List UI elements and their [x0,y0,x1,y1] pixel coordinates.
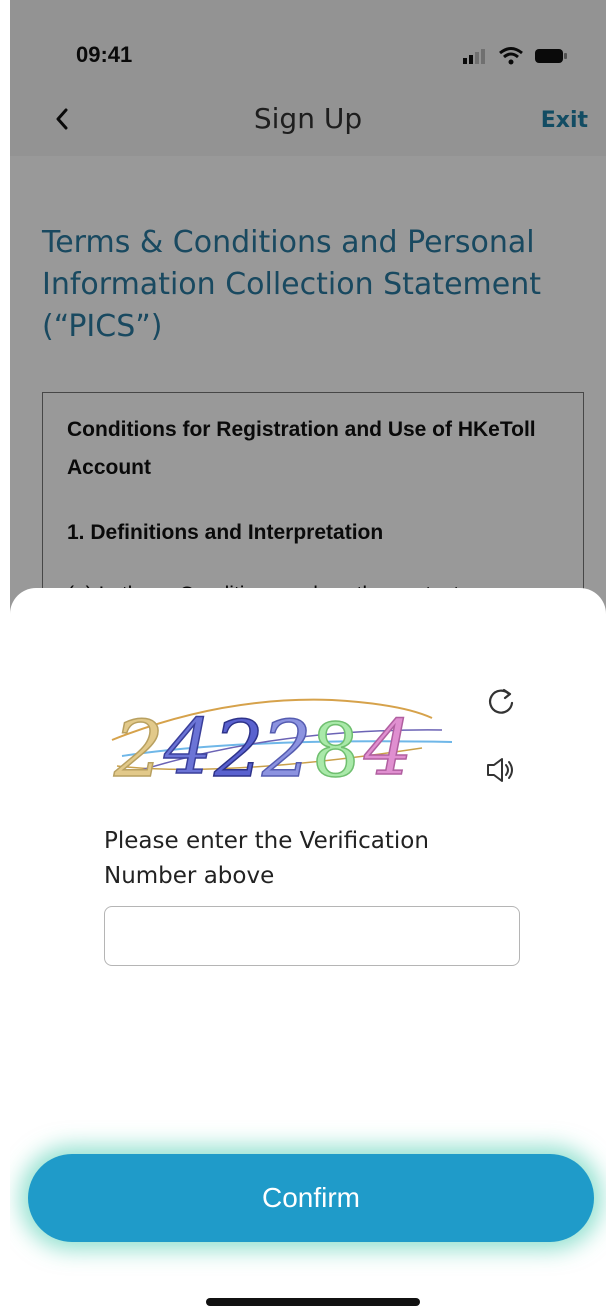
captcha-image: 2 4 2 2 8 4 [111,698,453,796]
verification-sheet: 2 4 2 2 8 4 Please enter the Verificatio… [10,588,606,1313]
verification-input[interactable] [104,906,520,966]
captcha-digit-1: 2 [113,705,164,795]
home-indicator [206,1298,420,1306]
captcha-digit-4: 2 [261,705,312,795]
refresh-icon[interactable] [484,684,518,718]
captcha-digit-5: 8 [312,708,359,794]
speaker-icon[interactable] [482,752,518,788]
captcha-digit-6: 4 [363,703,412,792]
verification-prompt: Please enter the Verification Number abo… [104,828,429,889]
captcha-digit-3: 2 [213,705,264,795]
confirm-button[interactable]: Confirm [28,1154,594,1242]
captcha-digit-2: 4 [163,702,212,791]
phone-screen: 09:41 Sign Up Exit Terms & Conditions an… [10,0,606,1313]
